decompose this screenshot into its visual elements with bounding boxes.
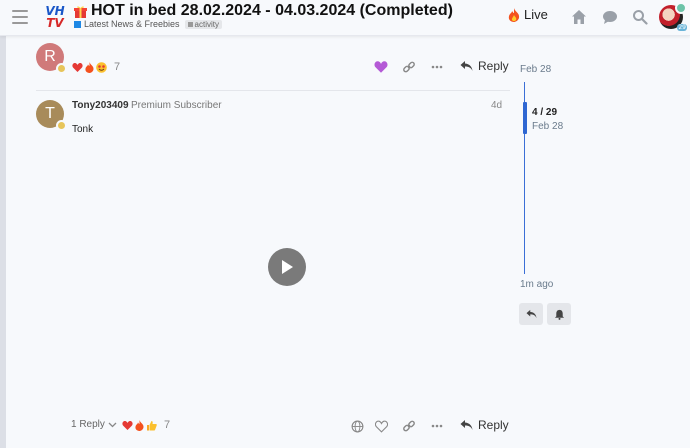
heart-eyes-emoji-icon <box>96 61 107 73</box>
more-icon[interactable] <box>430 59 446 75</box>
reply-label: Reply <box>478 59 509 73</box>
post2-reply-button[interactable]: Reply <box>460 418 509 432</box>
topic-meta: Latest News & Freebies activity <box>74 19 222 29</box>
post-divider <box>36 90 510 91</box>
play-icon <box>282 260 293 274</box>
site-header: VH TV HOT in bed 28.02.2024 - 04.03.2024… <box>0 0 690 36</box>
timeline-handle[interactable] <box>523 102 527 134</box>
hamburger-icon[interactable] <box>12 10 28 24</box>
user-avatar[interactable]: 29 <box>659 2 687 31</box>
avatar-letter: R <box>44 48 56 65</box>
post-body: Tonk <box>72 124 94 135</box>
home-icon[interactable] <box>571 9 587 25</box>
tag-icon <box>187 21 193 27</box>
post-username[interactable]: Tony203409 <box>72 100 129 111</box>
gift-icon <box>74 5 87 18</box>
reply-icon <box>460 420 473 430</box>
heart-emoji-icon <box>72 62 83 73</box>
site-logo[interactable]: VH TV <box>42 3 68 31</box>
like-heart-icon[interactable] <box>374 418 391 434</box>
thumbs-up-emoji-icon <box>146 420 157 431</box>
timeline-start-date[interactable]: Feb 28 <box>520 64 551 75</box>
timeline-end-date[interactable]: 1m ago <box>520 279 553 290</box>
timeline-reply-button[interactable] <box>519 303 543 325</box>
badge-icon <box>56 63 67 74</box>
bell-icon <box>554 309 564 320</box>
topic-timeline[interactable]: Feb 28 4 / 29 Feb 28 1m ago <box>508 36 608 448</box>
post-avatar-r[interactable]: R <box>36 43 67 74</box>
chat-icon[interactable] <box>602 9 618 25</box>
topic-title[interactable]: HOT in bed 28.02.2024 - 04.03.2024 (Comp… <box>74 2 453 20</box>
live-label: Live <box>524 7 548 22</box>
category-link[interactable]: Latest News & Freebies <box>84 19 180 29</box>
fire-icon <box>508 7 520 22</box>
post-avatar-t[interactable]: T <box>36 100 67 131</box>
post2-reactions[interactable]: 7 <box>122 419 170 431</box>
post1-reply-button[interactable]: Reply <box>460 59 509 73</box>
post-date[interactable]: 4d <box>491 100 502 111</box>
reaction-count: 7 <box>114 61 121 73</box>
avatar-letter: T <box>45 105 55 122</box>
chevron-down-icon <box>108 422 117 427</box>
more-icon[interactable] <box>430 418 446 434</box>
reply-label: Reply <box>478 418 509 432</box>
logo-line-2: TV <box>46 16 64 30</box>
heart-emoji-icon <box>122 420 133 431</box>
video-play-button[interactable] <box>268 248 306 286</box>
avatar-count: 29 <box>677 24 687 31</box>
live-button[interactable]: Live <box>508 7 548 22</box>
link-icon[interactable] <box>402 418 418 434</box>
search-icon[interactable] <box>632 9 648 25</box>
user-title: Premium Subscriber <box>131 100 222 111</box>
reply-icon <box>526 309 536 319</box>
topic-title-text: HOT in bed 28.02.2024 - 04.03.2024 (Comp… <box>91 2 453 19</box>
reaction-count: 7 <box>164 419 171 431</box>
post1-reactions[interactable]: 7 <box>72 61 120 73</box>
notification-dot <box>675 2 687 14</box>
badge-icon <box>56 120 67 131</box>
fire-emoji-icon <box>84 61 95 73</box>
reply-icon <box>460 61 473 71</box>
heart-icon[interactable] <box>374 59 390 75</box>
tag-label: activity <box>194 19 219 29</box>
timeline-current-date: Feb 28 <box>532 121 564 132</box>
timeline-position: 4 / 29 <box>532 107 558 118</box>
replies-label: 1 Reply <box>71 419 105 430</box>
category-color-icon <box>74 20 81 28</box>
link-icon[interactable] <box>402 59 418 75</box>
globe-icon[interactable] <box>351 418 367 434</box>
replies-toggle[interactable]: 1 Reply <box>71 419 117 430</box>
tag-activity[interactable]: activity <box>184 19 222 29</box>
timeline-column <box>608 36 690 448</box>
fire-emoji-icon <box>134 419 145 431</box>
notification-bell-button[interactable] <box>547 303 571 325</box>
